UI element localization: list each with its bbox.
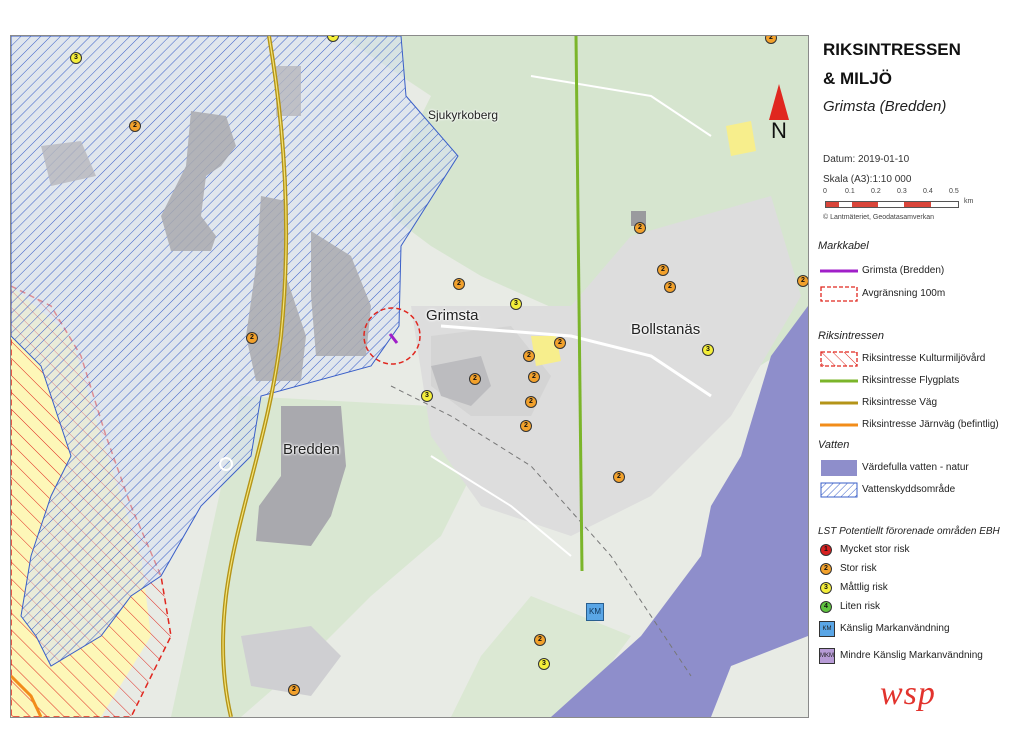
scale-bar [825, 201, 959, 208]
km-icon: KM [819, 621, 835, 637]
risk-marker[interactable]: 2 [528, 371, 540, 383]
legend-item-flygplats: Riksintresse Flygplats [820, 375, 960, 386]
risk-4-icon: 4 [820, 601, 832, 613]
place-label-bredden: Bredden [283, 441, 340, 458]
risk-marker[interactable]: 2 [523, 350, 535, 362]
risk-marker[interactable]: 2 [664, 281, 676, 293]
risk-marker[interactable]: 2 [797, 275, 808, 287]
risk-marker[interactable]: 2 [453, 278, 465, 290]
scale-tick: 0.1 [845, 188, 855, 195]
risk-marker[interactable]: 2 [246, 332, 258, 344]
risk-marker[interactable]: 2 [534, 634, 546, 646]
risk-marker[interactable]: 3 [510, 298, 522, 310]
legend-item-vag: Riksintresse Väg [820, 397, 938, 408]
legend-item-mycket-stor-risk: 1 Mycket stor risk [818, 542, 1024, 558]
scale-tick: 0.3 [897, 188, 907, 195]
risk-marker[interactable]: 3 [70, 52, 82, 64]
north-label: N [771, 118, 787, 143]
risk-marker[interactable]: 2 [520, 420, 532, 432]
risk-3-icon: 3 [820, 582, 832, 594]
risk-marker[interactable]: 3 [538, 658, 550, 670]
legend-heading-lst: LST Potentiellt förorenade områden EBH [818, 526, 1000, 537]
legend-panel: RIKSINTRESSEN & MILJÖ Grimsta (Bredden) … [818, 35, 1024, 725]
km-marker[interactable]: KM [586, 603, 604, 621]
legend-item-stor-risk: 2 Stor risk [818, 561, 1024, 577]
legend-heading-vatten: Vatten [818, 439, 850, 451]
legend-date: Datum: 2019-01-10 [823, 154, 910, 165]
north-arrow: N [768, 84, 790, 148]
place-label-bollstanas: Bollstanäs [631, 321, 701, 338]
legend-item-jarnvag: Riksintresse Järnväg (befintlig) [820, 419, 999, 430]
legend-item-vattenskydd: Vattenskyddsområde [818, 482, 1024, 498]
map-canvas[interactable]: Sjukyrkoberg Grimsta Bollstanäs Bredden … [10, 35, 809, 718]
legend-item-mattlig-risk: 3 Måttlig risk [818, 580, 1024, 596]
scale-tick: 0 [823, 188, 827, 195]
risk-marker[interactable]: 2 [288, 684, 300, 696]
legend-item-avgransning: Avgränsning 100m [818, 286, 1024, 302]
legend-heading-riksintressen: Riksintressen [818, 330, 885, 342]
risk-marker[interactable]: 3 [421, 390, 433, 402]
scale-tick: 0.4 [923, 188, 933, 195]
north-arrow-icon [769, 84, 789, 120]
place-label-grimsta: Grimsta [426, 307, 479, 324]
risk-2-icon: 2 [820, 563, 832, 575]
legend-title-line2: & MILJÖ [823, 69, 892, 88]
risk-marker[interactable]: 2 [469, 373, 481, 385]
place-label-sjukyrkoberg: Sjukyrkoberg [428, 108, 499, 122]
legend-item-markkabel: Grimsta (Bredden) [820, 265, 945, 276]
risk-marker[interactable]: 2 [525, 396, 537, 408]
scale-tick: 0.5 [949, 188, 959, 195]
legend-subtitle: Grimsta (Bredden) [823, 98, 947, 115]
risk-marker[interactable]: 2 [554, 337, 566, 349]
legend-title-line1: RIKSINTRESSEN [823, 40, 961, 59]
risk-marker[interactable]: 3 [702, 344, 714, 356]
risk-marker[interactable]: 2 [634, 222, 646, 234]
legend-item-liten-risk: 4 Liten risk [818, 599, 1024, 615]
risk-marker[interactable]: 2 [613, 471, 625, 483]
risk-marker[interactable]: 2 [129, 120, 141, 132]
legend-credit: © Lantmäteriet, Geodatasamverkan [823, 214, 934, 221]
map-graphics [11, 36, 808, 717]
risk-1-icon: 1 [820, 544, 832, 556]
risk-marker[interactable]: 2 [657, 264, 669, 276]
legend-item-kanslig: KM Känslig Markanvändning [818, 621, 1024, 637]
legend-item-mindre-kanslig: MKM Mindre Känslig Markanvändning [818, 648, 1024, 664]
wsp-logo: wsp [880, 675, 936, 712]
legend-heading-markkabel: Markkabel [818, 240, 869, 252]
legend-scale: Skala (A3):1:10 000 [823, 174, 912, 185]
scale-unit: km [964, 198, 974, 205]
scale-tick: 0.2 [871, 188, 881, 195]
mkm-icon: MKM [819, 648, 835, 664]
legend-item-vardefulla-vatten: Värdefulla vatten - natur [818, 460, 1024, 476]
legend-item-kulturmiljo: Riksintresse Kulturmiljövård [818, 351, 1024, 367]
